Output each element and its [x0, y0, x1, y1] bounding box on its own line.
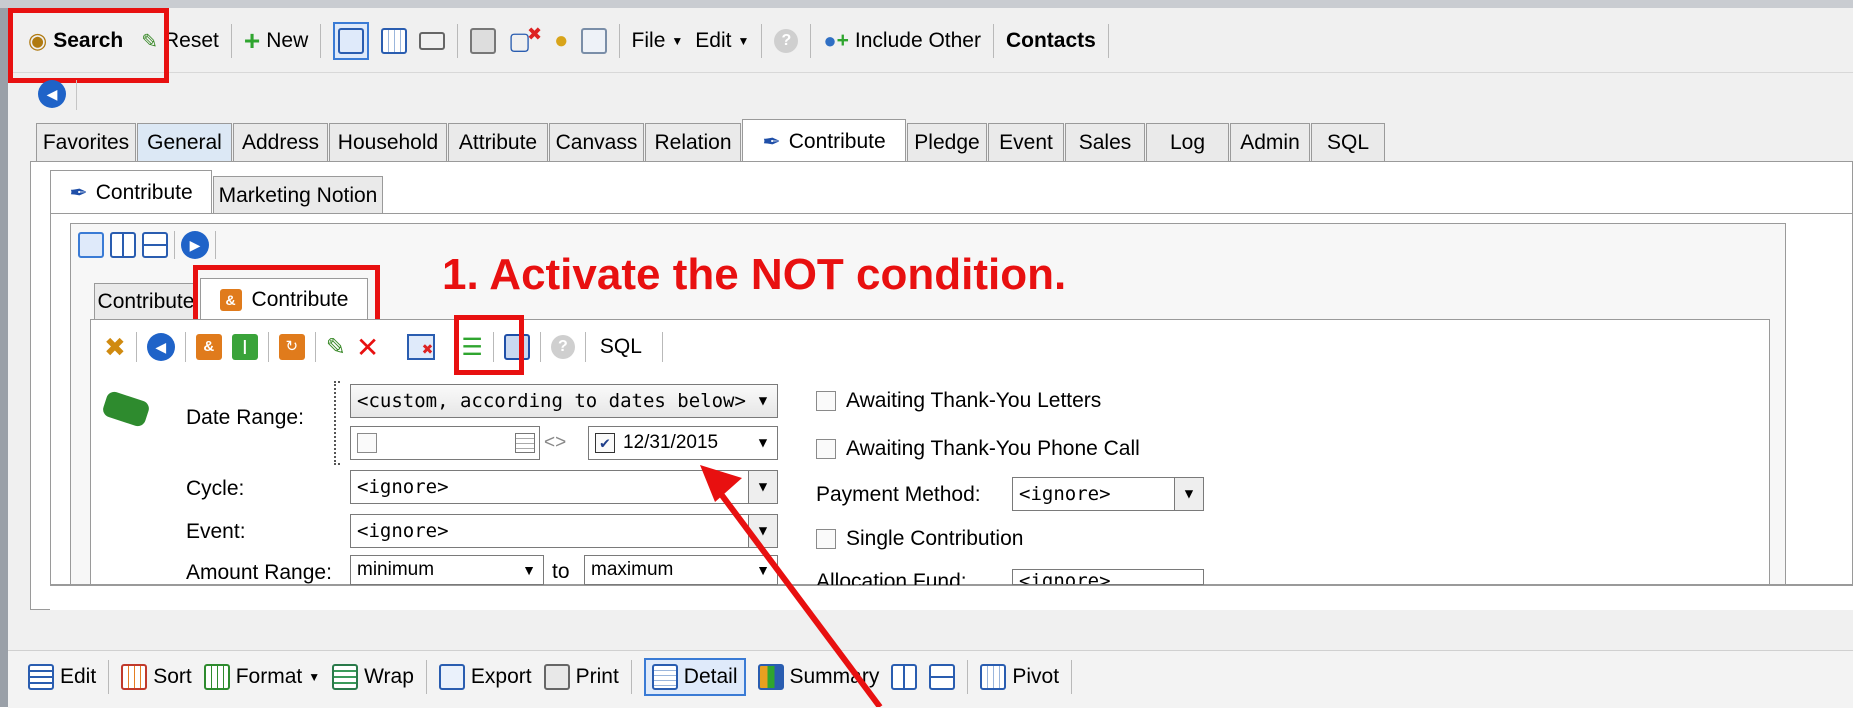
arrow-shaft: [709, 480, 883, 707]
annotation-arrow: [700, 465, 883, 707]
arrow-head: [700, 465, 742, 502]
